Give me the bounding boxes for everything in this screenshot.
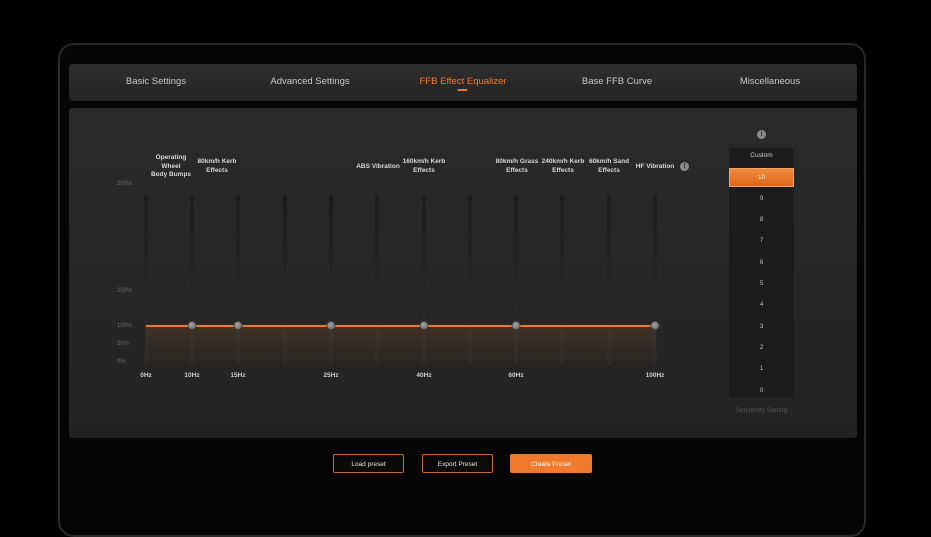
y-tick-100: 100% [117,323,133,329]
x-tick-100hz: 100Hz [645,372,665,379]
band-label-80kmh-kerb: 80km/h Kerb Effects [197,158,236,175]
band-label-hf-vibration: HF Vibration [636,163,675,172]
slider-knob-10hz[interactable] [187,321,197,330]
sensitivity-option-9[interactable]: 9 [729,190,794,207]
band-label-line: 80km/h Grass [495,158,539,165]
slider-knob-60hz[interactable] [511,321,521,330]
create-preset-button[interactable]: Create Preset [510,454,592,473]
sensitivity-option-8[interactable]: 8 [729,211,794,228]
sensitivity-option-1[interactable]: 1 [729,360,794,377]
band-label-line: Body Bumps [150,171,192,178]
curve-glow [146,326,656,366]
sensitivity-option-0[interactable]: 0 [729,382,794,399]
info-icon[interactable]: ! [680,162,689,171]
x-tick-40hz: 40Hz [416,372,432,379]
band-label-line: Effects [598,166,620,174]
band-label-line: 80km/h Kerb [197,158,237,165]
band-label-line: HF Vibration [635,163,675,170]
band-label-80kmh-grass: 80km/h Grass Effects [496,158,539,175]
sensitivity-option-4[interactable]: 4 [729,296,794,313]
sensitivity-info-icon[interactable]: ! [757,130,766,139]
y-tick-200: 200% [117,288,133,294]
sensitivity-option-10[interactable]: 10 [729,168,794,187]
band-label-line: 60km/h Sand [588,158,630,165]
x-tick-25hz: 25Hz [323,372,339,379]
sensitivity-option-2[interactable]: 2 [729,339,794,356]
sensitivity-option-3[interactable]: 3 [729,318,794,335]
slider-knob-100hz[interactable] [650,321,660,330]
band-label-60kmh-sand: 60km/h Sand Effects [589,158,629,175]
x-tick-15hz: 15Hz [230,372,246,379]
y-tick-300: 300% [117,181,133,187]
band-label-line: ABS Vibration [356,163,400,170]
band-label-abs-vibration: ABS Vibration [356,163,400,172]
x-tick-60hz: 60Hz [508,372,524,379]
band-label-160kmh-kerb: 160km/h Kerb Effects [403,158,446,175]
slider-knob-15hz[interactable] [233,321,243,330]
slider-knob-40hz[interactable] [419,321,429,330]
tab-bar: Basic Settings Advanced Settings FFB Eff… [69,64,857,101]
tab-basic-settings[interactable]: Basic Settings [126,64,186,101]
y-tick-50: 50% [117,341,130,347]
band-label-line: Effects [506,166,528,174]
active-tab-indicator [457,89,468,91]
export-preset-button[interactable]: Export Preset [422,454,493,473]
band-label-line: Effects [413,166,435,174]
sensitivity-option-6[interactable]: 6 [729,254,794,271]
band-label-line: Wheel [161,162,181,170]
tab-ffb-effect-equalizer[interactable]: FFB Effect Equalizer [419,64,507,101]
x-tick-0hz: 0Hz [140,372,152,379]
y-tick-0: 0% [117,359,126,365]
band-label-line: Effects [206,166,228,174]
sensitivity-title: Custom [750,152,773,159]
equalizer-curve [146,324,656,327]
tab-miscellaneous[interactable]: Miscellaneous [740,64,800,101]
x-tick-10hz: 10Hz [184,372,200,379]
tab-ffb-effect-equalizer-label: FFB Effect Equalizer [419,76,507,87]
tab-advanced-settings[interactable]: Advanced Settings [270,64,349,101]
sensitivity-option-5[interactable]: 5 [729,275,794,292]
band-label-line: 240km/h Kerb [541,158,585,165]
load-preset-button[interactable]: Load preset [333,454,404,473]
band-label-line: Operating [155,154,187,161]
band-label-operating-wheel: Operating Wheel Body Bumps [151,154,191,180]
sensitivity-caption: Sensitivity Setting [735,407,788,414]
sensitivity-option-7[interactable]: 7 [729,232,794,249]
slider-knob-25hz[interactable] [326,321,336,330]
tab-base-ffb-curve[interactable]: Base FFB Curve [582,64,652,101]
band-label-240kmh-kerb: 240km/h Kerb Effects [542,158,585,175]
band-label-line: Effects [552,166,574,174]
band-label-line: 160km/h Kerb [402,158,446,165]
